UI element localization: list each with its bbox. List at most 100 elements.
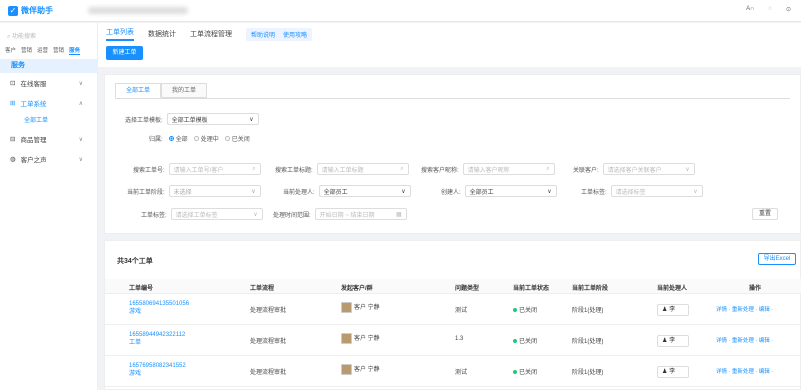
search-title-input[interactable]: 请输入工单标题 ⌕ [316,163,409,175]
template-value: 全部工单模板 [171,117,208,124]
ticket-id-text: 16576958082341552 [129,363,186,369]
help-icon[interactable]: ⊙ [786,6,791,13]
ticket-tag-value: 请选择工单标签 [175,212,218,219]
ticket-customer: 客户 宁静 [341,333,380,344]
sidebar-subitem-all-tickets[interactable]: 全部工单 [0,113,97,129]
search-nickname-input[interactable]: 请输入客户昵称 ⌕ [462,163,555,175]
handler-select[interactable]: 全部员工 ∨ [318,185,411,197]
related-customer-placeholder: 请选择客户关联客户 [607,167,662,174]
customer-name: 客户 宁静 [354,367,380,374]
time-range-label: 处理时间范围: [273,212,311,219]
app-tab-1[interactable]: 营销 [21,46,32,54]
ticket-status: 已关闭 [513,367,537,376]
assignee-button[interactable]: ♟ 李 [657,335,689,347]
sidebar-item-label: 在线客服 [20,81,47,88]
row-actions[interactable]: 详情 · 重新处理 · 编辑 · [716,336,773,344]
guide-link[interactable]: 使用攻略 [283,30,307,39]
search-id-placeholder: 请输入工单号/客户 [173,167,224,174]
ticket-id-text: 16558944942322112 [129,332,186,338]
search-id-input[interactable]: 请输入工单号/客户 ⌕ [168,163,261,175]
app-tab-3[interactable]: 营销 [53,46,64,54]
assignee-button[interactable]: ♟ 李 [657,366,689,378]
radio-dot [193,136,199,141]
chevron-down-icon: ∨ [685,166,690,173]
sidebar-item-ticket-system[interactable]: ⊞ 工单系统 ∧ [0,93,97,113]
help-link[interactable]: 帮助说明 [251,30,275,39]
status-text: 已关闭 [519,308,538,314]
translate-icon[interactable]: A∩ [746,6,754,13]
ticket-flow: 处理流程审批 [250,370,287,376]
voice-icon: ◍ [10,156,16,163]
radio-closed[interactable]: 已关闭 [224,134,250,143]
time-range-picker[interactable]: 开始日期 ~ 结束日期 ▦ [314,208,407,220]
related-customer-select[interactable]: 请选择客户关联客户 ∨ [602,163,695,175]
ticket-id-suffix: 工单 [129,340,142,346]
divider [115,98,790,99]
col-issue: 问题类型 [455,286,480,292]
app-tab-0[interactable]: 客户 [5,46,16,54]
tab-flow-manage[interactable]: 工单流程管理 [190,29,232,39]
ticket-status: 已关闭 [513,305,537,314]
app-tab-2[interactable]: 运营 [37,46,48,54]
tab-ticket-list[interactable]: 工单列表 [106,27,134,41]
ticket-stage: 阶段1(处理) [572,339,604,345]
subtab-all[interactable]: 全部工单 [115,83,162,98]
subtab-mine[interactable]: 我的工单 [161,83,208,98]
main-header: 工单列表 数据统计 工单流程管理 帮助说明 使用攻略 新建工单 [98,23,801,67]
tag-value: 请选择标签 [615,189,646,196]
creator-label: 创建人: [441,189,461,196]
filter-panel: 全部工单 我的工单 选择工单模板: 全部工单模板 ∨ 归属: 全部 处理中 已关闭… [104,74,801,234]
stage-select[interactable]: 未选择 ∨ [168,185,261,197]
ticket-id-text: 165580694135501056 [129,301,190,307]
top-bar: ✓ 微伴助手 A∩ ◌ ⊙ [0,0,801,22]
row-actions[interactable]: 详情 · 重新处理 · 编辑 · [716,305,773,313]
radio-dot [168,136,174,141]
col-handler: 当前处理人 [657,286,688,292]
ticket-issue: 1.3 [455,336,464,342]
status-dot [513,370,517,375]
col-flow: 工单流程 [250,286,275,292]
app-tab-service[interactable]: 服务 [69,46,81,55]
ticket-id[interactable]: 16558944942322112 工单 [129,331,189,347]
ticket-id[interactable]: 16576958082341552 游戏 [129,362,189,378]
assignee-button[interactable]: ♟ 李 [657,304,689,316]
radio-processing[interactable]: 处理中 [193,134,219,143]
sidebar-item-online-service[interactable]: ⊡ 在线客服 ∨ [0,73,97,93]
col-customer: 发起客户/群 [341,286,373,292]
search-nickname-label: 搜索客户昵称: [421,167,459,174]
customer-name: 客户 宁静 [354,305,380,312]
ticket-tag-select[interactable]: 请选择工单标签 ∨ [170,208,263,220]
ticket-tag-label: 工单标签: [141,212,167,219]
creator-select[interactable]: 全部员工 ∨ [464,185,557,197]
tag-label: 工单标签: [581,189,607,196]
handler-value: 全部员工 [323,189,348,196]
handler-label: 当前处理人: [283,189,315,196]
reset-button[interactable]: 重置 [752,208,778,220]
ticket-status: 已关闭 [513,336,537,345]
app-logo[interactable]: ✓ 微伴助手 [8,5,53,16]
new-ticket-button[interactable]: 新建工单 [106,46,143,60]
status-text: 已关闭 [519,339,538,345]
ticket-icon: ⊞ [10,100,16,107]
tab-statistics[interactable]: 数据统计 [148,29,176,39]
ticket-id[interactable]: 165580694135501056 游戏 [129,300,189,316]
export-excel-button[interactable]: 导出Excel [758,253,796,265]
sidebar-item-products[interactable]: ⊟ 商品管理 ∨ [0,129,97,149]
status-text: 已关闭 [519,370,538,376]
radio-all[interactable]: 全部 [168,134,188,143]
sidebar-search[interactable]: ⌕ 功能搜索 [7,31,90,41]
search-icon: ⌕ [252,165,256,172]
table-header: 工单编号 工单流程 发起客户/群 问题类型 当前工单状态 当前工单阶段 当前处理… [105,279,801,294]
sidebar-item-voice[interactable]: ◍ 客户之声 ∨ [0,149,97,169]
sidebar-app-tabs: 客户 营销 运营 营销 服务 [0,45,97,55]
col-status: 当前工单状态 [513,286,550,292]
ticket-customer: 客户 宁静 [341,364,380,375]
tag-select[interactable]: 请选择标签 ∨ [610,185,703,197]
ticket-id-suffix: 游戏 [129,309,142,315]
assignee-name: 李 [669,307,676,313]
assignee-name: 李 [669,338,676,344]
ticket-issue: 测试 [455,308,468,314]
notification-icon[interactable]: ◌ [768,6,772,13]
row-actions[interactable]: 详情 · 重新处理 · 编辑 · [716,367,773,375]
template-select[interactable]: 全部工单模板 ∨ [166,113,259,125]
